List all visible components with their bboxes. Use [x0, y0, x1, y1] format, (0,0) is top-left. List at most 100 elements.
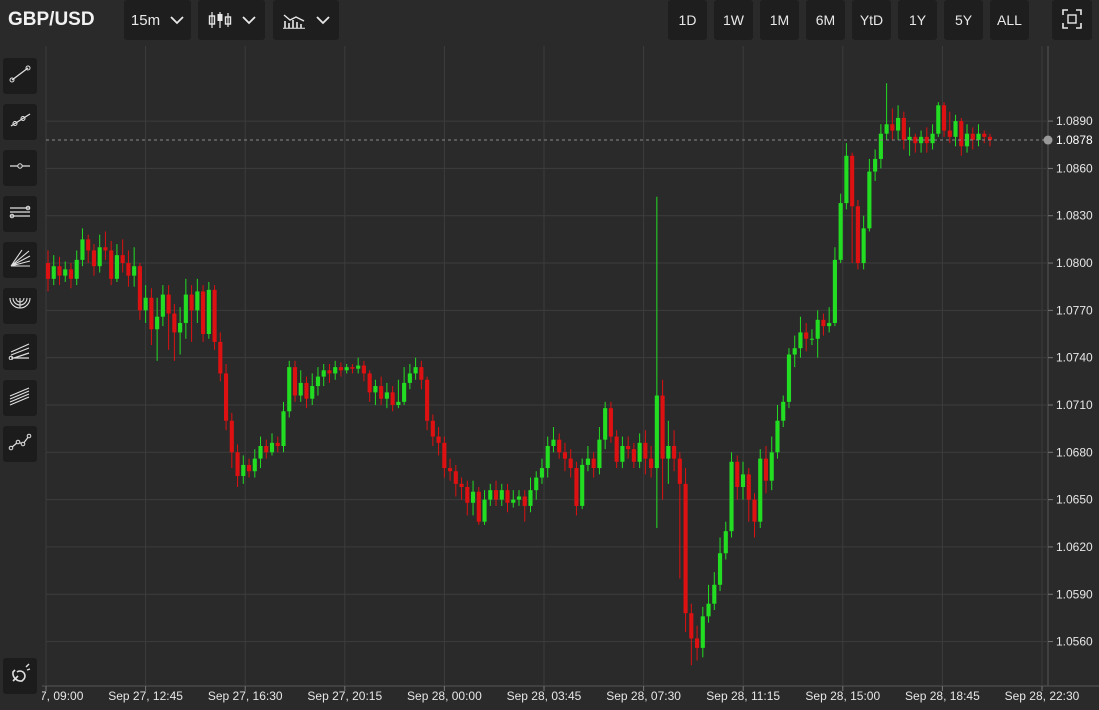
- candle: [694, 625, 700, 661]
- candle-body: [936, 105, 941, 134]
- candle: [298, 370, 303, 402]
- tool-fib-fan[interactable]: [3, 242, 37, 278]
- candle-body: [499, 490, 504, 500]
- range-button-1y[interactable]: 1Y: [898, 0, 937, 40]
- candle-body: [654, 395, 659, 469]
- candle: [712, 572, 717, 611]
- candle-body: [172, 313, 177, 333]
- candle-body: [103, 247, 108, 251]
- candlestick-chart[interactable]: 1.0878 1.08901.08601.08301.08001.07701.0…: [9, 46, 1099, 705]
- chevron-down-icon: [170, 15, 184, 25]
- candle-body: [189, 294, 194, 311]
- candle: [539, 458, 545, 484]
- tool-magnet[interactable]: [3, 658, 37, 694]
- candle-body: [505, 490, 510, 503]
- candle-body: [333, 367, 338, 374]
- chart-type-dropdown[interactable]: [198, 0, 265, 40]
- candle-body: [792, 348, 797, 355]
- candle: [804, 322, 809, 352]
- candle: [970, 127, 975, 150]
- price-chart-area[interactable]: 1.0878 1.0890 1.0860 1.0830 1.0800 1.0770 1.0…: [9, 46, 1099, 705]
- candle: [752, 493, 757, 538]
- tool-horizontal-line[interactable]: [3, 150, 37, 186]
- range-button-1w[interactable]: 1W: [714, 0, 753, 40]
- candle: [425, 376, 430, 431]
- candle-body: [878, 133, 883, 159]
- candle: [264, 439, 269, 459]
- fullscreen-icon: [1062, 8, 1082, 32]
- y-tick-label: 1.0800: [1056, 256, 1093, 270]
- x-tick-label: Sep 27, 12:45: [108, 689, 183, 703]
- candle-body: [890, 124, 895, 131]
- candle-body: [740, 474, 746, 488]
- candle-body: [97, 247, 102, 267]
- drawing-tools-sidebar: [0, 46, 42, 705]
- range-button-5y[interactable]: 5Y: [944, 0, 983, 40]
- candle: [287, 360, 292, 418]
- current-price-line-group: 1.0878: [46, 133, 1093, 147]
- range-button-1d[interactable]: 1D: [668, 0, 707, 40]
- interval-dropdown[interactable]: 15m: [124, 0, 191, 40]
- tool-fib-channel[interactable]: [3, 380, 37, 416]
- candle-body: [212, 289, 217, 342]
- x-tick-label: Sep 27, 16:30: [208, 689, 283, 703]
- candle-body: [752, 499, 757, 522]
- tool-pitchfork[interactable]: [3, 334, 37, 370]
- candle: [482, 490, 487, 525]
- candle: [97, 234, 102, 273]
- candle-body: [867, 171, 872, 229]
- candle-body: [367, 373, 372, 393]
- candle-body: [781, 401, 786, 421]
- time-axis: Sep 27, 09:00 Sep 27, 12:45 Sep 27, 16:30 S…: [9, 686, 1080, 703]
- tool-ray[interactable]: [3, 104, 37, 140]
- ray-icon: [8, 110, 32, 135]
- tool-parallel-channel[interactable]: [3, 196, 37, 232]
- tool-trend-line[interactable]: [3, 58, 37, 94]
- candle-body: [459, 483, 464, 488]
- candle: [873, 149, 878, 182]
- candle-body: [109, 250, 114, 279]
- candle: [212, 285, 217, 350]
- candle: [850, 152, 855, 264]
- candle: [654, 196, 659, 529]
- candle-body: [976, 133, 981, 141]
- candle-body: [832, 259, 837, 323]
- candle: [568, 449, 573, 478]
- candle: [201, 285, 206, 342]
- range-button-1m[interactable]: 1M: [760, 0, 799, 40]
- candle: [390, 386, 395, 412]
- candle: [338, 362, 344, 377]
- candle: [534, 471, 539, 500]
- candle-body: [143, 297, 148, 311]
- candle: [608, 401, 613, 443]
- candle: [419, 360, 424, 390]
- fullscreen-button[interactable]: [1052, 0, 1092, 40]
- candle-body: [396, 401, 401, 405]
- candle-body: [137, 266, 142, 311]
- candle-body: [453, 471, 458, 484]
- candle-body: [126, 263, 131, 276]
- candle-body: [626, 445, 631, 450]
- candle: [246, 458, 252, 478]
- range-button-ytd[interactable]: YtD: [852, 0, 891, 40]
- candle-body: [310, 386, 315, 399]
- candle-body: [694, 638, 700, 648]
- candle: [470, 480, 476, 516]
- candle: [143, 285, 148, 323]
- candle: [976, 124, 981, 147]
- tool-fib-arc[interactable]: [3, 288, 37, 324]
- range-button-all[interactable]: ALL: [990, 0, 1029, 40]
- parallel-channel-icon: [8, 202, 32, 227]
- candle: [574, 461, 579, 516]
- candle-body: [68, 269, 74, 279]
- candle-body: [195, 291, 200, 311]
- candle: [683, 468, 688, 633]
- tool-polyline[interactable]: [3, 426, 37, 462]
- candle: [292, 360, 298, 402]
- candle: [591, 452, 596, 478]
- candle-body: [769, 452, 774, 481]
- chevron-down-icon: [241, 15, 256, 25]
- candle-body: [223, 373, 229, 421]
- range-button-6m[interactable]: 6M: [806, 0, 845, 40]
- indicators-dropdown[interactable]: [273, 0, 339, 40]
